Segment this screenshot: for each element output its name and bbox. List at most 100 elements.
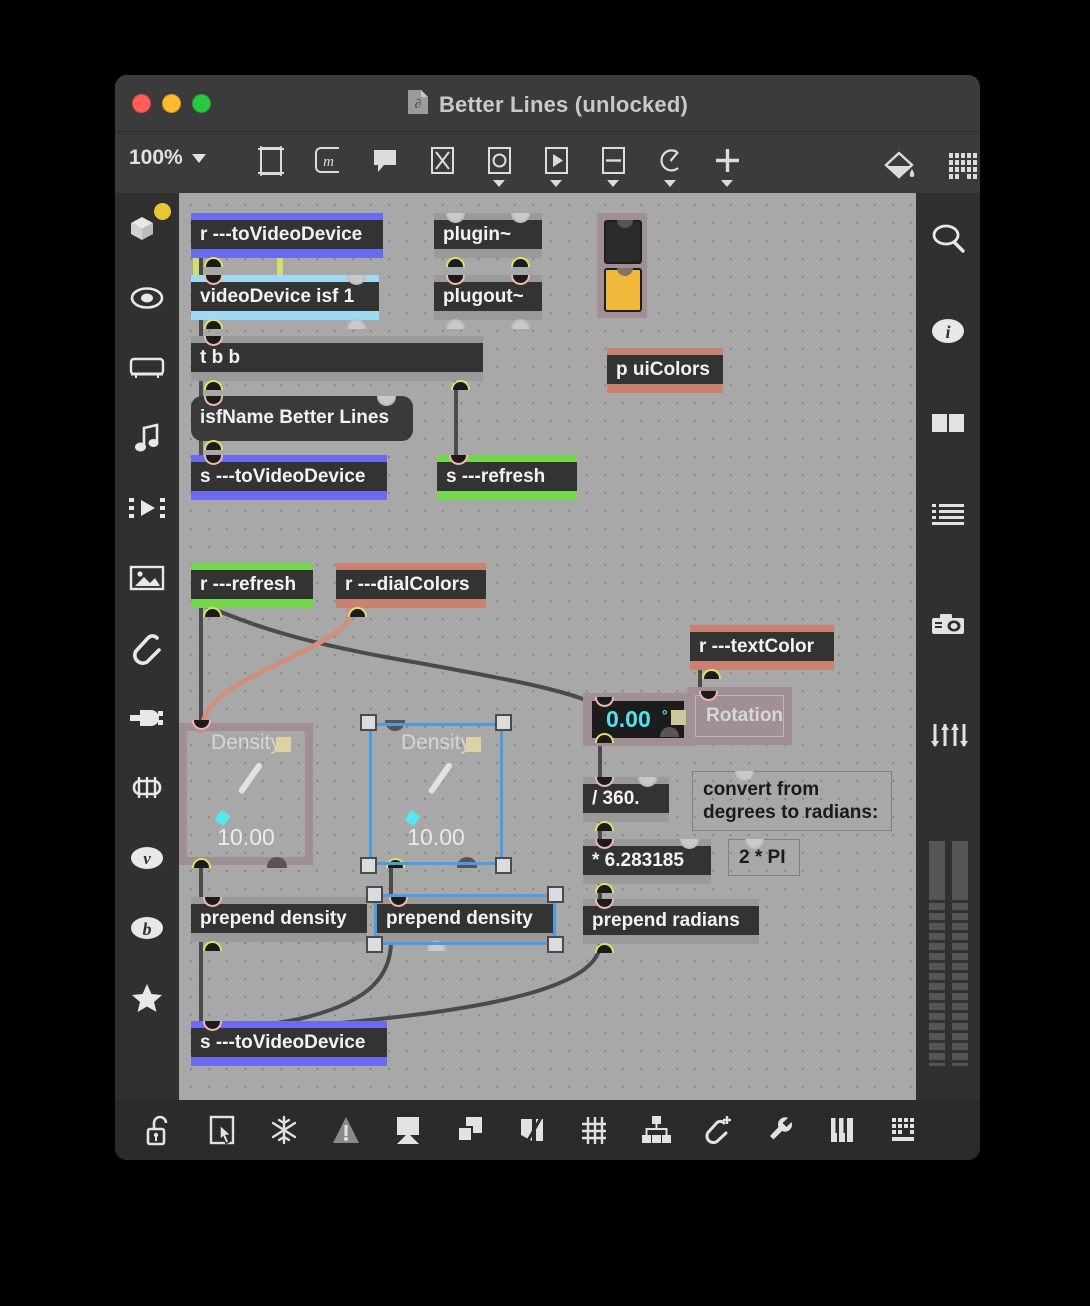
object-r-tovideodevice-top[interactable]: r ---toVideoDevice [191, 213, 383, 268]
rotation-comment[interactable]: Rotation [695, 695, 784, 737]
sidebar-item-info[interactable]: i [916, 285, 980, 377]
resize-handle-tr[interactable] [547, 886, 564, 903]
outlet[interactable] [204, 440, 223, 451]
resize-handle-tl[interactable] [366, 886, 383, 903]
sidebar-item-vizzie[interactable]: v [115, 823, 179, 893]
sidebar-item-favorites[interactable] [115, 963, 179, 1033]
outlet-right[interactable] [451, 380, 470, 391]
sidebar-item-image[interactable] [115, 543, 179, 613]
twopi-comment[interactable]: 2 * PI [728, 839, 800, 877]
button-object-icon[interactable] [470, 138, 527, 190]
patcher-canvas[interactable]: r ---toVideoDevice videoDevice isf 1 t b… [179, 193, 916, 1100]
object-isfname[interactable]: isfName Better Lines [191, 396, 413, 451]
object-palette-icon[interactable] [242, 138, 299, 190]
outlet-left[interactable] [446, 319, 465, 330]
object-s-refresh[interactable]: s ---refresh [437, 455, 577, 501]
sidebar-item-camera[interactable] [916, 561, 980, 689]
zoom-control[interactable]: 100% [129, 146, 206, 170]
object-prepend-density-left[interactable]: prepend density [191, 897, 367, 952]
outlet-right[interactable] [511, 319, 530, 330]
outlet-left[interactable] [204, 380, 223, 391]
outlet[interactable] [702, 669, 721, 680]
object-s-tovideodevice-top[interactable]: s ---toVideoDevice [191, 455, 387, 501]
outlet[interactable] [348, 607, 367, 618]
grid-button[interactable] [563, 1101, 625, 1159]
sidebar-item-devices[interactable] [115, 683, 179, 753]
sidebar-item-packages[interactable] [115, 193, 179, 263]
object-t-b-b[interactable]: t b b [191, 336, 483, 391]
object-videodevice[interactable]: videoDevice isf 1 [191, 275, 379, 330]
outlet[interactable] [203, 941, 222, 952]
image-icon [129, 565, 165, 591]
object-r-textcolor[interactable]: r ---textColor [690, 625, 834, 680]
object-text: r ---toVideoDevice [191, 220, 383, 252]
object-plugin[interactable]: plugin~ [434, 213, 542, 268]
outlet[interactable] [204, 257, 223, 268]
toggle-object-icon[interactable] [413, 138, 470, 190]
edit-cursor-button[interactable] [191, 1101, 253, 1159]
add-object-icon[interactable] [698, 138, 755, 190]
object-mult-twopi[interactable]: * 6.283185 [583, 839, 711, 894]
presentation-mode-button[interactable] [377, 1101, 439, 1159]
sidebar-item-sound[interactable] [115, 403, 179, 473]
sidebar-item-list[interactable] [916, 469, 980, 561]
sidebar-item-snapshot[interactable] [115, 263, 179, 333]
outlet[interactable] [595, 883, 614, 894]
message-object-icon[interactable]: m [299, 138, 356, 190]
object-s-tovideodevice-bottom[interactable]: s ---toVideoDevice [191, 1021, 387, 1067]
music-note-icon [135, 423, 159, 452]
object-prepend-radians[interactable]: prepend radians [583, 899, 759, 954]
rotation-comment-wrapper[interactable]: Rotation [687, 687, 792, 745]
sidebar-item-keyboard[interactable] [115, 333, 179, 403]
color-swatch-group[interactable] [597, 213, 647, 318]
warning-button[interactable] [315, 1101, 377, 1159]
object-r-refresh[interactable]: r ---refresh [191, 563, 313, 618]
grid-palette-icon[interactable] [936, 144, 980, 196]
comment-object-icon[interactable] [356, 138, 413, 190]
object-prepend-density-right[interactable]: prepend density [366, 886, 564, 954]
resize-handle-tr[interactable] [495, 714, 512, 731]
outlet-right[interactable] [511, 257, 530, 268]
object-r-dialcolors[interactable]: r ---dialColors [336, 563, 486, 618]
object-p-uicolors[interactable]: p uiColors [607, 348, 723, 394]
sidebar-item-panels[interactable] [916, 377, 980, 469]
outlet[interactable] [595, 821, 614, 832]
resize-handle-br[interactable] [547, 936, 564, 954]
resize-handle-tl[interactable] [360, 714, 377, 731]
outlet-left[interactable] [446, 257, 465, 268]
unlock-padlock-button[interactable] [129, 1101, 191, 1159]
object-plugout[interactable]: plugout~ [434, 275, 542, 330]
sidebar-item-search[interactable] [916, 193, 980, 285]
audio-meter-left [929, 841, 945, 1066]
dial-density-right[interactable]: Density 10.00 [360, 714, 512, 874]
keyboard-piano-button[interactable] [811, 1101, 873, 1159]
convert-comment[interactable]: convert from degrees to radians: [692, 771, 892, 832]
resize-handle-bl[interactable] [366, 936, 383, 954]
matrix-grid-button[interactable] [873, 1101, 935, 1159]
inspector-button[interactable] [749, 1101, 811, 1159]
sidebar-item-chip[interactable] [115, 753, 179, 823]
playbar-object-icon[interactable] [527, 138, 584, 190]
sidebar-item-attachments[interactable] [115, 613, 179, 683]
slider-object-icon[interactable] [584, 138, 641, 190]
search-icon [932, 224, 965, 253]
duplicate-button[interactable] [439, 1101, 501, 1159]
resize-handle-br[interactable] [495, 857, 512, 874]
align-button[interactable] [501, 1101, 563, 1159]
outlet[interactable] [595, 943, 614, 954]
dial-density-left[interactable]: Density 10.00 [179, 720, 313, 868]
sidebar-item-video[interactable] [115, 473, 179, 543]
outlet-right[interactable] [347, 319, 366, 330]
paint-bucket-icon[interactable] [870, 144, 927, 196]
sidebar-item-mixer[interactable] [916, 689, 980, 781]
freeze-button[interactable] [253, 1101, 315, 1159]
outlet[interactable] [204, 319, 223, 330]
distribute-button[interactable] [625, 1101, 687, 1159]
dial-object-icon[interactable] [641, 138, 698, 190]
resize-handle-bl[interactable] [360, 857, 377, 874]
object-div-360[interactable]: / 360. [583, 777, 669, 832]
outlet[interactable] [203, 607, 222, 618]
sidebar-item-beap[interactable]: b [115, 893, 179, 963]
add-attachment-button[interactable] [687, 1101, 749, 1159]
number-box-wrapper[interactable]: 0.00 ° [583, 693, 693, 746]
